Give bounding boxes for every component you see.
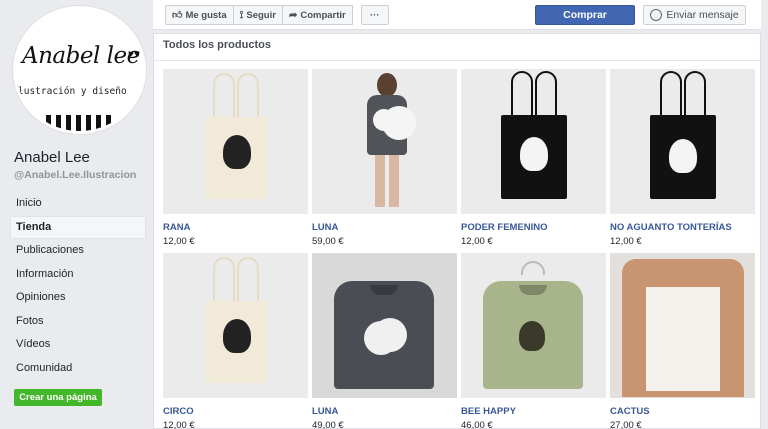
tote-bag-shape — [205, 117, 267, 199]
product-card[interactable]: CACTUS 27,00 € — [610, 253, 755, 429]
product-price: 46,00 € — [461, 420, 493, 429]
share-arrow-icon: ➦ — [288, 9, 298, 21]
logo-subtitle: lustración y diseño — [18, 86, 127, 97]
product-card[interactable]: NO AGUANTO TONTERÍAS 12,00 € — [610, 69, 755, 247]
like-label: Me gusta — [185, 9, 227, 21]
product-name[interactable]: NO AGUANTO TONTERÍAS — [610, 222, 755, 233]
product-name[interactable]: BEE HAPPY — [461, 406, 606, 417]
product-image-tshirt[interactable] — [610, 253, 755, 398]
sweater-neck — [519, 285, 547, 295]
moon-print — [364, 318, 407, 355]
send-message-label: Enviar mensaje — [666, 9, 739, 21]
nav-item-fotos[interactable]: Fotos — [10, 310, 146, 334]
logo-script-text: Anabel lee — [22, 43, 140, 69]
more-options-button[interactable]: ··· — [360, 5, 389, 25]
tote-bag-shape — [205, 301, 267, 383]
tote-handle — [535, 71, 557, 121]
product-name[interactable]: LUNA — [312, 406, 457, 417]
page-name[interactable]: Anabel Lee — [14, 149, 90, 166]
product-price: 12,00 € — [610, 236, 642, 247]
product-image-tote-bag[interactable] — [163, 253, 308, 398]
cactus-print — [646, 287, 720, 391]
like-button[interactable]: 👍︎ Me gusta — [165, 5, 234, 25]
product-price: 27,00 € — [610, 420, 642, 429]
logo-stripes — [46, 115, 116, 131]
model-sweater — [367, 95, 416, 155]
product-image-tote-bag[interactable] — [461, 69, 606, 214]
send-message-button[interactable]: Enviar mensaje — [643, 5, 746, 25]
nav-item-publicaciones[interactable]: Publicaciones — [10, 239, 146, 263]
green-sweater — [483, 281, 583, 389]
product-name[interactable]: CIRCO — [163, 406, 308, 417]
product-image-sweater[interactable] — [461, 253, 606, 398]
tote-handle — [660, 71, 682, 121]
product-image-sweater[interactable] — [312, 253, 457, 398]
product-card[interactable]: LUNA 59,00 € — [312, 69, 457, 247]
rss-icon: ⟟ — [239, 9, 244, 21]
product-card[interactable]: RANA 12,00 € — [163, 69, 308, 247]
product-name[interactable]: LUNA — [312, 222, 457, 233]
create-page-button[interactable]: Crear una página — [14, 389, 102, 406]
moon-print — [373, 106, 416, 140]
product-card[interactable]: BEE HAPPY 46,00 € — [461, 253, 606, 429]
product-card[interactable]: CIRCO 12,00 € — [163, 253, 308, 429]
product-price: 12,00 € — [163, 236, 195, 247]
thumbs-up-icon: 👍︎ — [172, 10, 183, 21]
grey-sweater — [334, 281, 434, 389]
product-price: 12,00 € — [461, 236, 493, 247]
messenger-icon — [650, 9, 663, 21]
tote-bag-shape — [650, 115, 716, 199]
sweater-neck — [370, 285, 398, 295]
nav-item-comunidad[interactable]: Comunidad — [10, 357, 146, 381]
hearts-icon: ♥♥ — [128, 49, 140, 60]
nav-item-videos[interactable]: Vídeos — [10, 333, 146, 357]
more-dots-icon: ··· — [369, 9, 380, 21]
buy-button[interactable]: Comprar — [535, 5, 635, 25]
model-figure — [367, 73, 416, 211]
follow-button[interactable]: ⟟ Seguir — [232, 5, 283, 25]
follow-label: Seguir — [246, 9, 276, 21]
product-price: 49,00 € — [312, 420, 344, 429]
page-nav: Inicio Tienda Publicaciones Información … — [10, 192, 146, 380]
product-name[interactable]: RANA — [163, 222, 308, 233]
product-card[interactable]: PODER FEMENINO 12,00 € — [461, 69, 606, 247]
nav-item-inicio[interactable]: Inicio — [10, 192, 146, 216]
tshirt-shape — [622, 259, 744, 397]
hanger — [521, 261, 545, 275]
profile-picture[interactable]: Anabel lee ♥♥ lustración y diseño — [13, 6, 146, 134]
product-card[interactable]: LUNA 49,00 € — [312, 253, 457, 429]
nav-item-informacion[interactable]: Información — [10, 263, 146, 287]
product-image-tote-bag[interactable] — [163, 69, 308, 214]
products-title: Todos los productos — [163, 39, 271, 51]
circus-illustration — [223, 319, 251, 353]
product-price: 59,00 € — [312, 236, 344, 247]
product-image-model[interactable] — [312, 69, 457, 214]
tote-bag-shape — [501, 115, 567, 199]
frog-illustration — [223, 135, 251, 169]
bee-illustration — [519, 321, 545, 351]
model-head — [377, 73, 397, 97]
product-image-tote-bag[interactable] — [610, 69, 755, 214]
page-handle[interactable]: @Anabel.Lee.Ilustracion — [14, 169, 136, 181]
share-button[interactable]: ➦ Compartir — [281, 5, 353, 25]
tote-handle — [511, 71, 533, 121]
divider — [154, 60, 760, 61]
nav-item-opiniones[interactable]: Opiniones — [10, 286, 146, 310]
product-price: 12,00 € — [163, 420, 195, 429]
action-group: 👍︎ Me gusta ⟟ Seguir ➦ Compartir ··· — [165, 5, 389, 25]
share-label: Compartir — [300, 9, 346, 21]
girl-illustration — [520, 137, 548, 171]
girl-illustration — [669, 139, 697, 173]
nav-item-tienda[interactable]: Tienda — [10, 215, 146, 239]
products-panel: Todos los productos RANA 12,00 € LUNA 59… — [153, 33, 761, 429]
page-action-bar: 👍︎ Me gusta ⟟ Seguir ➦ Compartir ··· Com… — [153, 0, 761, 30]
product-name[interactable]: PODER FEMENINO — [461, 222, 606, 233]
model-legs — [375, 155, 399, 207]
tote-handle — [684, 71, 706, 121]
product-name[interactable]: CACTUS — [610, 406, 755, 417]
page-sidebar: Anabel lee ♥♥ lustración y diseño Anabel… — [0, 0, 152, 429]
